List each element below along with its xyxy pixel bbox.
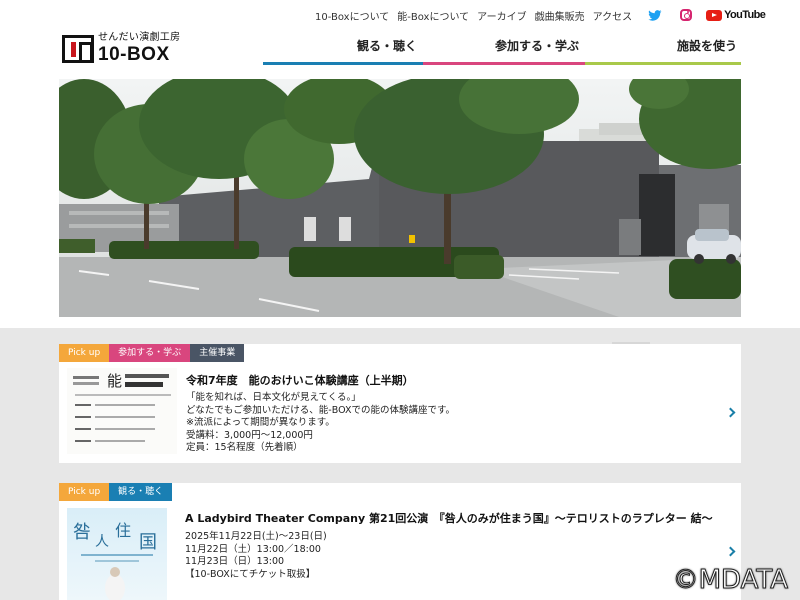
youtube-link[interactable]: YouTube [706,9,766,21]
svg-text:能: 能 [107,372,122,390]
event-line: ※流派によって期間が異なります。 [186,417,335,428]
svg-text:咎: 咎 [73,522,91,543]
twitter-icon[interactable] [648,9,662,21]
flyer-illustration: 咎 人 住 国 [67,508,167,600]
event-line: どなたでもご参加いただける、能-BOXでの能の体験講座です。 [186,404,456,416]
link-about-noh-box[interactable]: 能-Boxについて [397,8,469,23]
event-line: 11月22日（土）13:00／18:00 [185,543,321,555]
event-title: A Ladybird Theater Company 第21回公演 『咎人のみが… [185,512,713,525]
svg-text:人: 人 [95,534,109,550]
tag-organizer: 主催事業 [190,344,245,362]
event-line: 11月23日（日）13:00 [185,556,285,567]
event-description: 「能を知れば、日本文化が見えてくる。」 どなたでもご参加いただける、能-BOXで… [186,392,455,455]
tag-category: 観る・聴く [109,483,173,501]
building-illustration [59,79,741,317]
event-thumbnail: 能 [67,368,177,454]
logo-wordmark: 10-BOX [98,44,170,65]
nav-use-facility-label: 施設を使う [676,39,737,53]
hero-building-photo [59,79,741,317]
youtube-icon [706,9,723,21]
svg-text:国: 国 [139,532,157,553]
pickup-card[interactable]: Pick up 参加する・学ぶ 主催事業 能 令和7年度 能のおけいこ体験講座（… [59,344,741,463]
link-about-10box[interactable]: 10-Boxについて [315,8,389,23]
logo-mark-icon [62,34,94,63]
event-line: 2025年11月22日(土)～23日(日) [185,531,327,542]
tag-list: Pick up 参加する・学ぶ 主催事業 [59,344,245,362]
social-links: YouTube [648,9,766,21]
event-description: 2025年11月22日(土)～23日(日) 11月22日（土）13:00／18:… [185,531,327,581]
event-line: 【10-BOXにてチケット取扱】 [185,568,316,580]
event-title: 令和7年度 能のおけいこ体験講座（上半期） [186,374,414,387]
nav-watch-listen[interactable]: 観る・聴く [263,37,423,65]
svg-text:住: 住 [115,521,131,540]
link-access[interactable]: アクセス [593,8,633,23]
chevron-right-icon[interactable] [725,407,736,418]
nav-participate-learn-label: 参加する・学ぶ [494,39,579,53]
utility-nav: 10-Boxについて 能-Boxについて アーカイブ 戯曲集販売 アクセス Yo… [315,7,766,23]
event-line: 「能を知れば、日本文化が見えてくる。」 [186,392,361,403]
chevron-right-icon[interactable] [725,546,736,557]
link-archive[interactable]: アーカイブ [477,8,526,23]
tag-pickup: Pick up [59,483,110,501]
site-logo[interactable]: せんだい演劇工房 10-BOX [62,33,180,64]
event-thumbnail: 咎 人 住 国 [67,508,167,600]
nav-watch-listen-label: 観る・聴く [356,39,417,53]
main-nav: 観る・聴く 参加する・学ぶ 施設を使う [263,37,741,65]
tag-category: 参加する・学ぶ [109,344,191,362]
tag-pickup: Pick up [59,344,110,362]
nav-underline [423,62,585,65]
instagram-icon[interactable] [680,9,693,21]
youtube-label: YouTube [724,9,766,21]
nav-underline [263,62,423,65]
copyright-watermark: ©MDATA [672,565,788,596]
event-line: 定員：15名程度（先着順） [186,442,303,453]
event-line: 受講料：3,000円～12,000円 [186,429,313,441]
link-script-sales[interactable]: 戯曲集販売 [535,8,585,23]
pickup-card[interactable]: Pick up 観る・聴く 咎 人 住 国 A Ladybird Theater… [59,483,741,600]
flyer-illustration: 能 [67,368,177,454]
nav-participate-learn[interactable]: 参加する・学ぶ [423,37,585,65]
tag-list: Pick up 観る・聴く [59,483,173,501]
nav-underline [585,62,741,65]
logo-subtitle: せんだい演劇工房 [98,32,181,43]
nav-use-facility[interactable]: 施設を使う [585,37,741,65]
